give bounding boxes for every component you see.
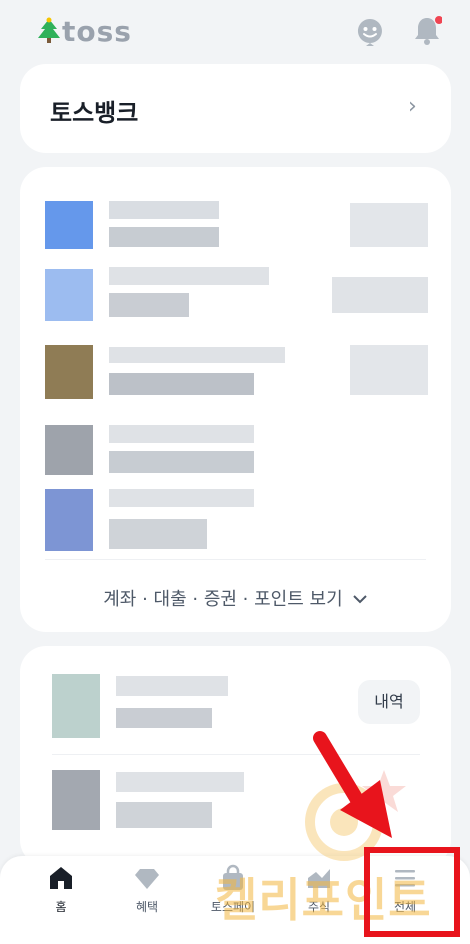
account-row[interactable]: [20, 489, 451, 559]
account-logo: [45, 345, 93, 399]
toss-logo[interactable]: toss: [62, 15, 132, 48]
show-all-accounts-label: 계좌 · 대출 · 증권 · 포인트 보기: [103, 589, 343, 610]
history-button[interactable]: 내역: [358, 680, 420, 724]
tossbank-title: 토스뱅크: [50, 99, 139, 127]
account-logo: [45, 425, 93, 475]
account-logo: [45, 269, 93, 321]
account-logo: [45, 201, 93, 249]
account-name-blurred: [109, 267, 269, 285]
tree-logo-icon: [38, 17, 60, 43]
account-name-blurred: [109, 425, 254, 443]
nav-home-label: 홈: [55, 900, 67, 914]
nav-benefits-label: 혜택: [135, 900, 159, 914]
transaction-name-blurred: [116, 676, 228, 696]
show-all-accounts-link[interactable]: 계좌 · 대출 · 증권 · 포인트 보기: [20, 585, 451, 611]
tossbank-card[interactable]: 토스뱅크 ›: [20, 64, 451, 153]
chevron-right-icon: ›: [408, 94, 417, 119]
bell-icon[interactable]: [412, 15, 442, 47]
account-button-blurred[interactable]: [332, 277, 428, 313]
nav-benefits[interactable]: 혜택: [104, 856, 190, 944]
account-row[interactable]: [20, 263, 451, 333]
account-button-blurred[interactable]: [350, 203, 428, 247]
account-balance-blurred: [109, 373, 254, 395]
account-name-blurred: [109, 201, 219, 219]
transaction-amount-blurred: [116, 802, 212, 828]
account-balance-blurred: [109, 293, 189, 317]
account-logo: [45, 489, 93, 551]
transaction-logo: [52, 770, 100, 830]
header: toss: [0, 0, 470, 60]
chevron-down-icon: [353, 595, 367, 604]
transaction-name-blurred: [116, 772, 244, 792]
account-row[interactable]: [20, 187, 451, 257]
nav-home[interactable]: 홈: [18, 856, 104, 944]
home-icon: [50, 867, 72, 889]
red-arrow-icon: [313, 731, 392, 838]
account-balance-blurred: [109, 451, 254, 473]
account-row[interactable]: [20, 423, 451, 483]
account-balance-blurred: [109, 519, 207, 549]
account-button-blurred[interactable]: [350, 345, 428, 395]
account-name-blurred: [109, 347, 285, 363]
divider: [45, 559, 426, 560]
account-name-blurred: [109, 489, 254, 507]
transaction-logo: [52, 674, 100, 738]
highlight-box: [364, 847, 460, 937]
smile-face-icon[interactable]: [355, 17, 385, 47]
transaction-amount-blurred: [116, 708, 212, 728]
accounts-card: 계좌 · 대출 · 증권 · 포인트 보기: [20, 167, 451, 632]
account-row[interactable]: [20, 343, 451, 413]
diamond-icon: [135, 869, 159, 889]
account-balance-blurred: [109, 227, 219, 247]
